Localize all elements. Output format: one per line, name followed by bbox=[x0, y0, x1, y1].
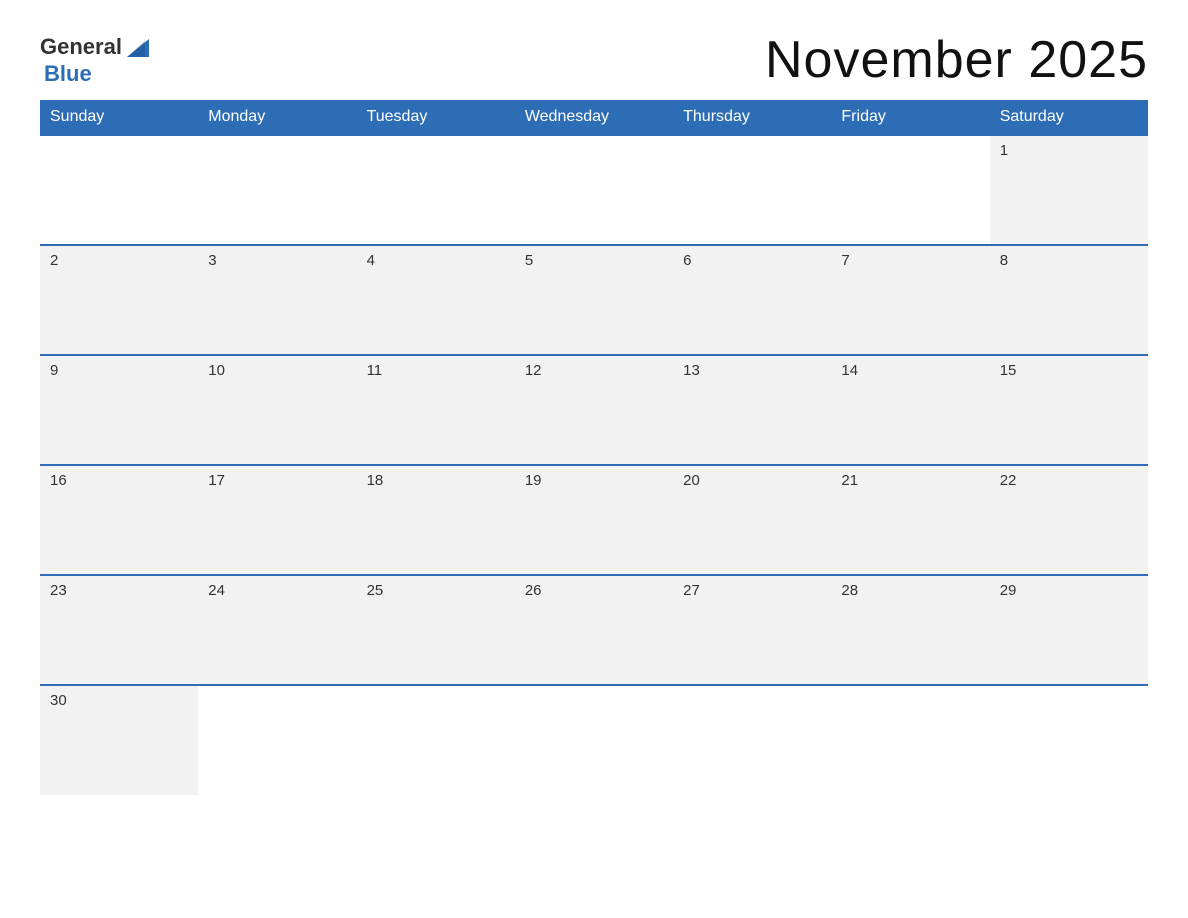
calendar-cell bbox=[990, 685, 1148, 795]
calendar-cell: 1 bbox=[990, 135, 1148, 245]
week-row-3: 9 10 11 12 13 14 15 bbox=[40, 355, 1148, 465]
day-header-saturday: Saturday bbox=[990, 100, 1148, 135]
day-header-sunday: Sunday bbox=[40, 100, 198, 135]
day-number: 6 bbox=[683, 252, 691, 269]
calendar-table: SundayMondayTuesdayWednesdayThursdayFrid… bbox=[40, 100, 1148, 795]
day-number: 27 bbox=[683, 582, 700, 599]
day-number: 18 bbox=[367, 472, 384, 489]
calendar-cell: 27 bbox=[673, 575, 831, 685]
calendar-cell bbox=[357, 135, 515, 245]
day-number: 15 bbox=[1000, 362, 1017, 379]
day-number: 30 bbox=[50, 692, 67, 709]
calendar-cell: 2 bbox=[40, 245, 198, 355]
day-number: 11 bbox=[367, 362, 383, 379]
calendar-cell bbox=[673, 685, 831, 795]
calendar-cell: 10 bbox=[198, 355, 356, 465]
day-header-friday: Friday bbox=[831, 100, 989, 135]
calendar-cell: 8 bbox=[990, 245, 1148, 355]
day-number: 17 bbox=[208, 472, 225, 489]
calendar-cell bbox=[40, 135, 198, 245]
logo-triangle-icon bbox=[125, 35, 151, 61]
calendar-cell: 19 bbox=[515, 465, 673, 575]
day-number: 9 bbox=[50, 362, 58, 379]
calendar-cell bbox=[357, 685, 515, 795]
calendar-cell: 20 bbox=[673, 465, 831, 575]
page-header: General Blue November 2025 bbox=[40, 30, 1148, 90]
week-row-4: 16 17 18 19 20 21 22 bbox=[40, 465, 1148, 575]
day-number: 8 bbox=[1000, 252, 1008, 269]
day-number: 3 bbox=[208, 252, 216, 269]
day-number: 22 bbox=[1000, 472, 1017, 489]
calendar-cell: 6 bbox=[673, 245, 831, 355]
calendar-cell: 3 bbox=[198, 245, 356, 355]
calendar-cell: 18 bbox=[357, 465, 515, 575]
calendar-cell: 15 bbox=[990, 355, 1148, 465]
day-header-wednesday: Wednesday bbox=[515, 100, 673, 135]
calendar-cell bbox=[198, 135, 356, 245]
calendar-cell bbox=[515, 685, 673, 795]
day-number: 25 bbox=[367, 582, 384, 599]
calendar-cell: 7 bbox=[831, 245, 989, 355]
calendar-cell: 30 bbox=[40, 685, 198, 795]
logo: General Blue bbox=[40, 33, 151, 87]
day-number: 4 bbox=[367, 252, 375, 269]
day-number: 20 bbox=[683, 472, 700, 489]
calendar-cell: 11 bbox=[357, 355, 515, 465]
day-number: 16 bbox=[50, 472, 67, 489]
calendar-cell bbox=[831, 135, 989, 245]
day-number: 28 bbox=[841, 582, 858, 599]
day-number: 14 bbox=[841, 362, 858, 379]
day-header-tuesday: Tuesday bbox=[357, 100, 515, 135]
calendar-cell: 24 bbox=[198, 575, 356, 685]
calendar-body: 1234567891011121314151617181920212223242… bbox=[40, 135, 1148, 795]
week-row-2: 2 3 4 5 6 7 8 bbox=[40, 245, 1148, 355]
calendar-cell bbox=[831, 685, 989, 795]
calendar-cell: 13 bbox=[673, 355, 831, 465]
calendar-cell bbox=[673, 135, 831, 245]
day-number: 21 bbox=[841, 472, 858, 489]
day-number: 12 bbox=[525, 362, 542, 379]
calendar-cell: 25 bbox=[357, 575, 515, 685]
calendar-cell: 5 bbox=[515, 245, 673, 355]
logo-blue-text: Blue bbox=[44, 61, 92, 86]
day-number: 1 bbox=[1000, 142, 1008, 159]
calendar-cell: 12 bbox=[515, 355, 673, 465]
day-header-thursday: Thursday bbox=[673, 100, 831, 135]
calendar-cell: 14 bbox=[831, 355, 989, 465]
calendar-cell: 16 bbox=[40, 465, 198, 575]
day-number: 19 bbox=[525, 472, 542, 489]
day-number: 23 bbox=[50, 582, 67, 599]
calendar-cell: 4 bbox=[357, 245, 515, 355]
days-of-week-row: SundayMondayTuesdayWednesdayThursdayFrid… bbox=[40, 100, 1148, 135]
calendar-cell: 17 bbox=[198, 465, 356, 575]
calendar-cell bbox=[198, 685, 356, 795]
month-title: November 2025 bbox=[765, 30, 1148, 90]
day-number: 5 bbox=[525, 252, 533, 269]
day-number: 13 bbox=[683, 362, 700, 379]
calendar-cell: 29 bbox=[990, 575, 1148, 685]
week-row-6: 30 bbox=[40, 685, 1148, 795]
calendar-cell: 23 bbox=[40, 575, 198, 685]
calendar-cell: 9 bbox=[40, 355, 198, 465]
day-number: 2 bbox=[50, 252, 58, 269]
day-header-monday: Monday bbox=[198, 100, 356, 135]
day-number: 7 bbox=[841, 252, 849, 269]
calendar-cell: 28 bbox=[831, 575, 989, 685]
day-number: 29 bbox=[1000, 582, 1017, 599]
calendar-cell: 22 bbox=[990, 465, 1148, 575]
week-row-5: 23 24 25 26 27 28 29 bbox=[40, 575, 1148, 685]
calendar-cell: 26 bbox=[515, 575, 673, 685]
week-row-1: 1 bbox=[40, 135, 1148, 245]
calendar-header: SundayMondayTuesdayWednesdayThursdayFrid… bbox=[40, 100, 1148, 135]
calendar-cell bbox=[515, 135, 673, 245]
logo-general-text: General bbox=[40, 34, 122, 60]
day-number: 24 bbox=[208, 582, 225, 599]
day-number: 26 bbox=[525, 582, 542, 599]
day-number: 10 bbox=[208, 362, 225, 379]
calendar-cell: 21 bbox=[831, 465, 989, 575]
